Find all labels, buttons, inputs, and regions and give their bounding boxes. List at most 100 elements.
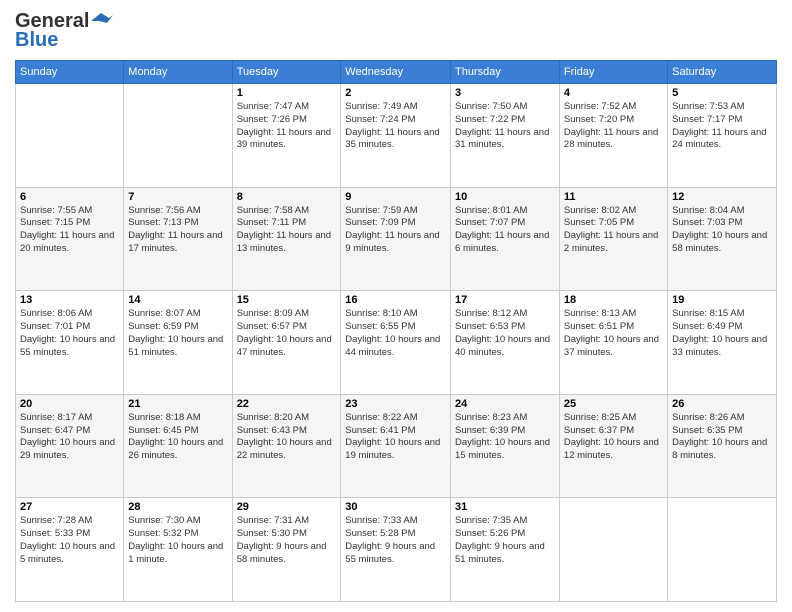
calendar-cell: 25 Sunrise: 8:25 AMSunset: 6:37 PMDayligh… — [559, 394, 667, 498]
weekday-header-wednesday: Wednesday — [341, 61, 451, 84]
weekday-header-monday: Monday — [124, 61, 232, 84]
day-info: Sunrise: 7:50 AMSunset: 7:22 PMDaylight:… — [455, 101, 555, 152]
day-number: 22 — [237, 398, 337, 410]
day-info: Sunrise: 8:10 AMSunset: 6:55 PMDaylight:… — [345, 308, 446, 359]
calendar-cell: 29 Sunrise: 7:31 AMSunset: 5:30 PMDayligh… — [232, 498, 341, 602]
day-info: Sunrise: 7:30 AMSunset: 5:32 PMDaylight:… — [128, 515, 227, 566]
logo: General Blue — [15, 10, 113, 52]
calendar-cell: 14Sunrise: 8:07 AMSunset: 6:59 PMDayligh… — [124, 291, 232, 395]
day-number: 20 — [20, 398, 119, 410]
day-info: Sunrise: 7:33 AMSunset: 5:28 PMDaylight:… — [345, 515, 446, 566]
weekday-header-saturday: Saturday — [668, 61, 777, 84]
day-number: 7 — [128, 191, 227, 203]
header: General Blue — [15, 10, 777, 52]
day-info: Sunrise: 7:58 AMSunset: 7:11 PMDaylight:… — [237, 205, 337, 256]
calendar-cell: 27Sunrise: 7:28 AMSunset: 5:33 PMDayligh… — [16, 498, 124, 602]
calendar-cell: 26Sunrise: 8:26 AMSunset: 6:35 PMDayligh… — [668, 394, 777, 498]
day-info: Sunrise: 7:47 AMSunset: 7:26 PMDaylight:… — [237, 101, 337, 152]
calendar-cell: 10Sunrise: 8:01 AMSunset: 7:07 PMDayligh… — [451, 187, 560, 291]
day-number: 30 — [345, 501, 446, 513]
weekday-header-sunday: Sunday — [16, 61, 124, 84]
day-number: 15 — [237, 294, 337, 306]
day-number: 17 — [455, 294, 555, 306]
calendar-cell: 30 Sunrise: 7:33 AMSunset: 5:28 PMDayligh… — [341, 498, 451, 602]
day-info: Sunrise: 7:59 AMSunset: 7:09 PMDaylight:… — [345, 205, 446, 256]
day-info: Sunrise: 7:28 AMSunset: 5:33 PMDaylight:… — [20, 515, 119, 566]
calendar-cell: 12 Sunrise: 8:04 AMSunset: 7:03 PMDayligh… — [668, 187, 777, 291]
calendar-cell: 22 Sunrise: 8:20 AMSunset: 6:43 PMDayligh… — [232, 394, 341, 498]
day-number: 24 — [455, 398, 555, 410]
day-info: Sunrise: 8:09 AMSunset: 6:57 PMDaylight:… — [237, 308, 337, 359]
day-number: 3 — [455, 87, 555, 99]
day-info: Sunrise: 7:53 AMSunset: 7:17 PMDaylight:… — [672, 101, 772, 152]
day-number: 9 — [345, 191, 446, 203]
calendar-cell: 19 Sunrise: 8:15 AMSunset: 6:49 PMDayligh… — [668, 291, 777, 395]
calendar-cell: 11 Sunrise: 8:02 AMSunset: 7:05 PMDayligh… — [559, 187, 667, 291]
day-info: Sunrise: 8:26 AMSunset: 6:35 PMDaylight:… — [672, 412, 772, 463]
day-info: Sunrise: 7:56 AMSunset: 7:13 PMDaylight:… — [128, 205, 227, 256]
day-info: Sunrise: 8:23 AMSunset: 6:39 PMDaylight:… — [455, 412, 555, 463]
calendar-cell: 4 Sunrise: 7:52 AMSunset: 7:20 PMDaylight… — [559, 84, 667, 188]
day-info: Sunrise: 7:49 AMSunset: 7:24 PMDaylight:… — [345, 101, 446, 152]
logo-bird-icon — [91, 13, 113, 29]
day-info: Sunrise: 7:52 AMSunset: 7:20 PMDaylight:… — [564, 101, 663, 152]
day-number: 25 — [564, 398, 663, 410]
calendar-cell: 16 Sunrise: 8:10 AMSunset: 6:55 PMDayligh… — [341, 291, 451, 395]
calendar-cell — [16, 84, 124, 188]
day-info: Sunrise: 8:02 AMSunset: 7:05 PMDaylight:… — [564, 205, 663, 256]
day-number: 29 — [237, 501, 337, 513]
calendar-cell: 23 Sunrise: 8:22 AMSunset: 6:41 PMDayligh… — [341, 394, 451, 498]
logo-blue: Blue — [15, 29, 58, 52]
calendar-cell: 5 Sunrise: 7:53 AMSunset: 7:17 PMDaylight… — [668, 84, 777, 188]
calendar-cell: 7 Sunrise: 7:56 AMSunset: 7:13 PMDaylight… — [124, 187, 232, 291]
calendar-cell: 31Sunrise: 7:35 AMSunset: 5:26 PMDayligh… — [451, 498, 560, 602]
calendar-cell: 3 Sunrise: 7:50 AMSunset: 7:22 PMDaylight… — [451, 84, 560, 188]
weekday-header-thursday: Thursday — [451, 61, 560, 84]
day-number: 1 — [237, 87, 337, 99]
calendar-cell: 8Sunrise: 7:58 AMSunset: 7:11 PMDaylight… — [232, 187, 341, 291]
calendar-cell: 13 Sunrise: 8:06 AMSunset: 7:01 PMDayligh… — [16, 291, 124, 395]
calendar-cell — [668, 498, 777, 602]
calendar-cell: 20 Sunrise: 8:17 AMSunset: 6:47 PMDayligh… — [16, 394, 124, 498]
day-number: 4 — [564, 87, 663, 99]
day-info: Sunrise: 8:13 AMSunset: 6:51 PMDaylight:… — [564, 308, 663, 359]
day-number: 28 — [128, 501, 227, 513]
day-number: 21 — [128, 398, 227, 410]
calendar-cell: 18Sunrise: 8:13 AMSunset: 6:51 PMDayligh… — [559, 291, 667, 395]
day-info: Sunrise: 8:18 AMSunset: 6:45 PMDaylight:… — [128, 412, 227, 463]
day-info: Sunrise: 8:25 AMSunset: 6:37 PMDaylight:… — [564, 412, 663, 463]
day-info: Sunrise: 8:17 AMSunset: 6:47 PMDaylight:… — [20, 412, 119, 463]
page: General Blue SundayMondayTuesdayWednesda… — [0, 0, 792, 612]
day-info: Sunrise: 8:07 AMSunset: 6:59 PMDaylight:… — [128, 308, 227, 359]
calendar-table: SundayMondayTuesdayWednesdayThursdayFrid… — [15, 60, 777, 602]
day-number: 16 — [345, 294, 446, 306]
day-info: Sunrise: 8:01 AMSunset: 7:07 PMDaylight:… — [455, 205, 555, 256]
day-info: Sunrise: 8:15 AMSunset: 6:49 PMDaylight:… — [672, 308, 772, 359]
day-number: 13 — [20, 294, 119, 306]
calendar-cell — [559, 498, 667, 602]
day-info: Sunrise: 8:22 AMSunset: 6:41 PMDaylight:… — [345, 412, 446, 463]
week-row-3: 13 Sunrise: 8:06 AMSunset: 7:01 PMDayligh… — [16, 291, 777, 395]
day-info: Sunrise: 7:55 AMSunset: 7:15 PMDaylight:… — [20, 205, 119, 256]
weekday-header-tuesday: Tuesday — [232, 61, 341, 84]
calendar-cell: 17 Sunrise: 8:12 AMSunset: 6:53 PMDayligh… — [451, 291, 560, 395]
calendar-cell: 28 Sunrise: 7:30 AMSunset: 5:32 PMDayligh… — [124, 498, 232, 602]
day-info: Sunrise: 8:20 AMSunset: 6:43 PMDaylight:… — [237, 412, 337, 463]
day-number: 11 — [564, 191, 663, 203]
day-number: 2 — [345, 87, 446, 99]
week-row-2: 6 Sunrise: 7:55 AMSunset: 7:15 PMDaylight… — [16, 187, 777, 291]
day-number: 12 — [672, 191, 772, 203]
day-number: 5 — [672, 87, 772, 99]
day-number: 19 — [672, 294, 772, 306]
day-number: 23 — [345, 398, 446, 410]
weekday-header-row: SundayMondayTuesdayWednesdayThursdayFrid… — [16, 61, 777, 84]
calendar-cell — [124, 84, 232, 188]
day-number: 6 — [20, 191, 119, 203]
day-info: Sunrise: 8:06 AMSunset: 7:01 PMDaylight:… — [20, 308, 119, 359]
day-info: Sunrise: 7:35 AMSunset: 5:26 PMDaylight:… — [455, 515, 555, 566]
calendar-cell: 9 Sunrise: 7:59 AMSunset: 7:09 PMDaylight… — [341, 187, 451, 291]
day-info: Sunrise: 8:12 AMSunset: 6:53 PMDaylight:… — [455, 308, 555, 359]
day-info: Sunrise: 7:31 AMSunset: 5:30 PMDaylight:… — [237, 515, 337, 566]
day-info: Sunrise: 8:04 AMSunset: 7:03 PMDaylight:… — [672, 205, 772, 256]
calendar-cell: 1 Sunrise: 7:47 AMSunset: 7:26 PMDaylight… — [232, 84, 341, 188]
